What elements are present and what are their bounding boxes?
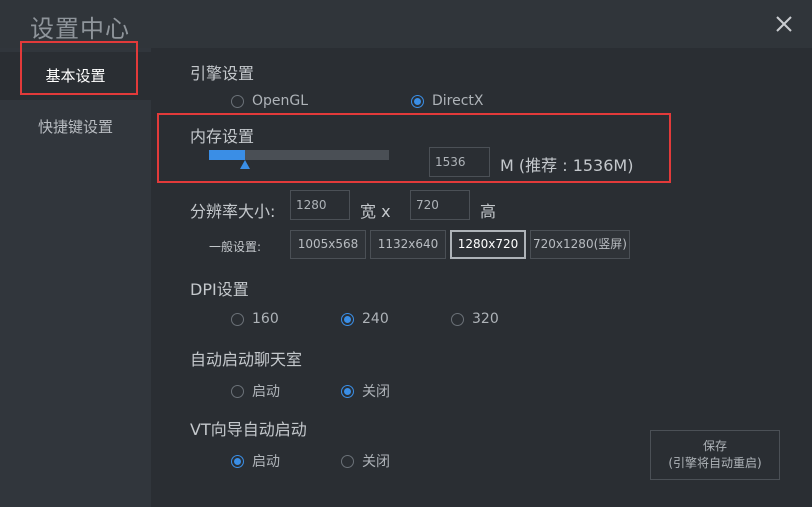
memory-slider-fill — [209, 150, 245, 160]
radio-label: OpenGL — [252, 93, 309, 109]
close-icon[interactable] — [774, 14, 794, 34]
memory-section-label: 内存设置 — [190, 127, 255, 146]
preset-1132x640[interactable]: 1132x640 — [370, 230, 446, 259]
resolution-width-sep: 宽 x — [360, 202, 391, 221]
preset-1005x568[interactable]: 1005x568 — [290, 230, 366, 259]
vt-on-radio[interactable]: 启动 — [231, 451, 280, 471]
chatroom-off-radio[interactable]: 关闭 — [341, 381, 390, 401]
radio-label: 关闭 — [362, 454, 390, 470]
resolution-height-input[interactable]: 720 — [410, 190, 470, 220]
engine-section-label: 引擎设置 — [190, 64, 255, 83]
radio-dot — [341, 454, 354, 468]
window-title: 设置中心 — [30, 15, 130, 43]
radio-dot — [231, 454, 244, 468]
engine-opengl-radio[interactable]: OpenGL — [231, 93, 308, 109]
vt-section-label: VT向导自动启动 — [190, 420, 307, 439]
presets-label: 一般设置: — [209, 240, 262, 254]
resolution-width-input[interactable]: 1280 — [290, 190, 350, 220]
radio-label: 320 — [472, 311, 499, 327]
memory-slider-handle[interactable] — [240, 160, 250, 169]
radio-label: 启动 — [252, 384, 280, 400]
preset-1280x720[interactable]: 1280x720 — [450, 230, 526, 259]
resolution-height-unit: 高 — [480, 202, 497, 221]
save-button[interactable]: 保存 (引擎将自动重启) — [650, 430, 780, 480]
save-button-label: 保存 — [702, 439, 727, 453]
preset-720x1280-portrait[interactable]: 720x1280(竖屏) — [530, 230, 630, 259]
title-bar: 设置中心 — [0, 0, 812, 48]
resolution-label: 分辨率大小: — [190, 202, 276, 221]
radio-dot — [411, 94, 424, 108]
sidebar: 基本设置 快捷键设置 — [0, 48, 151, 507]
radio-label: DirectX — [432, 93, 484, 109]
memory-input[interactable]: 1536 — [429, 147, 490, 177]
radio-label: 启动 — [252, 454, 280, 470]
dpi-160-radio[interactable]: 160 — [231, 311, 279, 327]
radio-dot — [231, 384, 244, 398]
radio-dot — [341, 384, 354, 398]
radio-dot — [341, 312, 354, 326]
chatroom-section-label: 自动启动聊天室 — [190, 350, 303, 369]
radio-dot — [231, 94, 244, 108]
sidebar-item-hotkey-settings[interactable]: 快捷键设置 — [0, 103, 151, 151]
dpi-section-label: DPI设置 — [190, 280, 249, 299]
save-button-note: (引擎将自动重启) — [668, 456, 762, 470]
radio-label: 关闭 — [362, 384, 390, 400]
dpi-240-radio[interactable]: 240 — [341, 311, 389, 327]
sidebar-item-basic-settings[interactable]: 基本设置 — [0, 52, 151, 100]
memory-slider[interactable] — [209, 150, 389, 169]
chatroom-on-radio[interactable]: 启动 — [231, 381, 280, 401]
dpi-320-radio[interactable]: 320 — [451, 311, 499, 327]
radio-dot — [451, 312, 464, 326]
vt-off-radio[interactable]: 关闭 — [341, 451, 390, 471]
engine-directx-radio[interactable]: DirectX — [411, 93, 484, 109]
radio-label: 160 — [252, 311, 279, 327]
settings-panel: 引擎设置 OpenGL DirectX 内存设置 1536 M (推荐 : 15… — [151, 48, 812, 507]
radio-dot — [231, 312, 244, 326]
memory-recommend-text: M (推荐 : 1536M) — [500, 156, 634, 175]
radio-label: 240 — [362, 311, 389, 327]
